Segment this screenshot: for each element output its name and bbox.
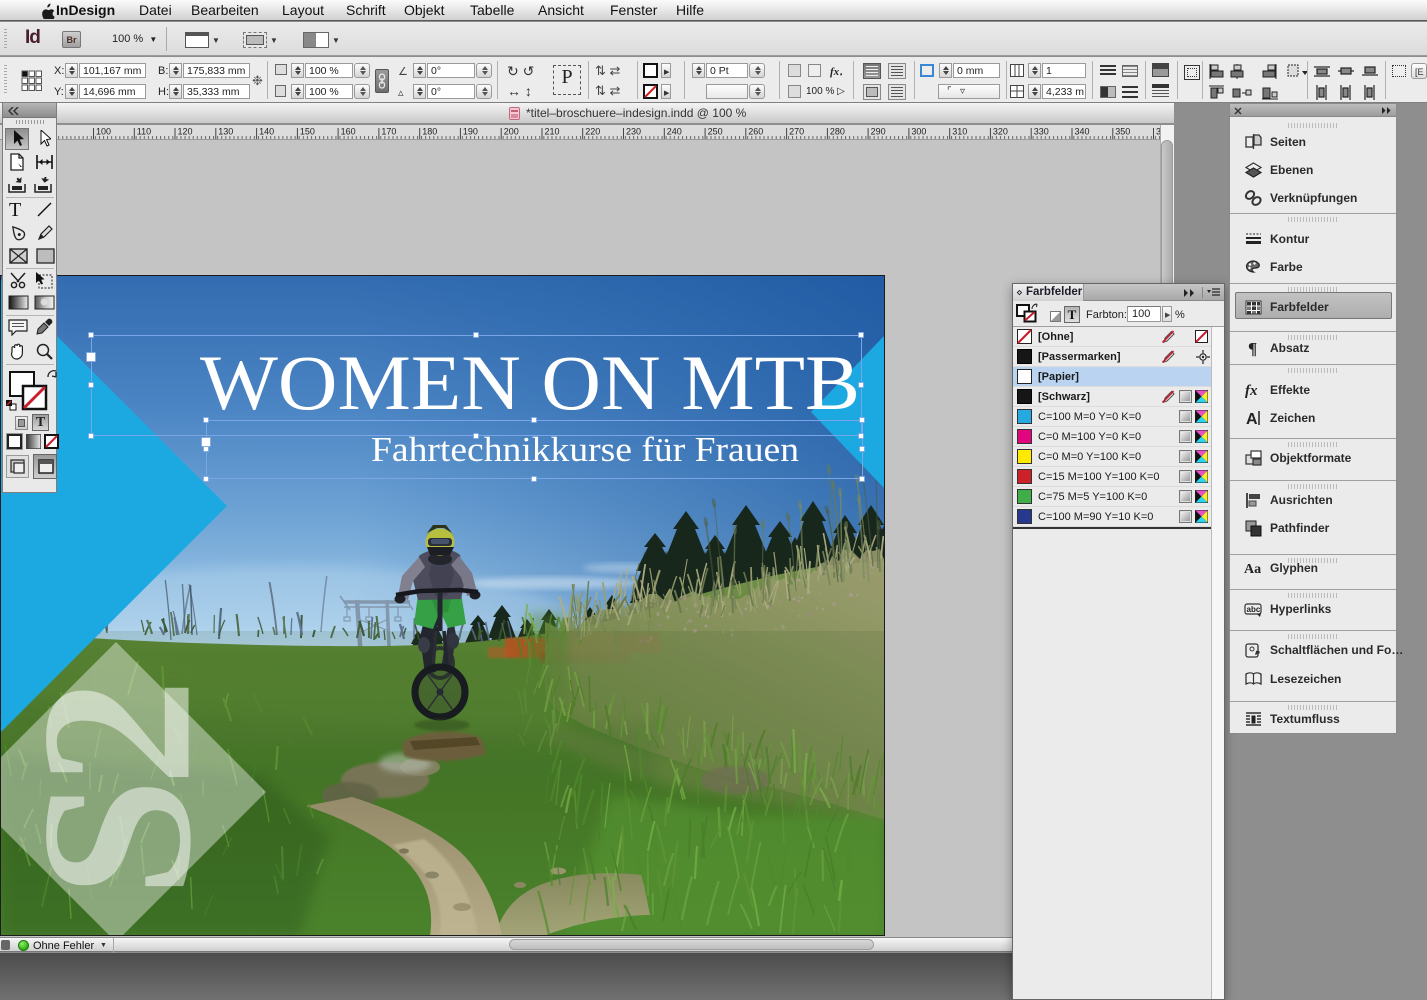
svg-text:250: 250 [708,127,723,137]
svg-text:abc: abc [1247,605,1261,614]
svg-text:140: 140 [259,127,274,137]
svg-text:S2: S2 [0,686,236,897]
svg-text:320: 320 [993,127,1008,137]
svg-text:210: 210 [545,127,560,137]
svg-text:230: 230 [626,127,641,137]
svg-text:280: 280 [830,127,845,137]
svg-text:Aa: Aa [1244,562,1261,577]
svg-text:350: 350 [1115,127,1130,137]
svg-text:290: 290 [871,127,886,137]
svg-text:WOMEN ON MTB: WOMEN ON MTB [200,339,860,426]
svg-text:160: 160 [341,127,356,137]
svg-text:180: 180 [422,127,437,137]
svg-text:260: 260 [748,127,763,137]
svg-text:200: 200 [504,127,519,137]
svg-text:340: 340 [1075,127,1090,137]
svg-text:170: 170 [381,127,396,137]
svg-text:A: A [1246,411,1258,428]
svg-text:190: 190 [463,127,478,137]
svg-text:¶: ¶ [1248,339,1257,358]
svg-text:220: 220 [585,127,600,137]
svg-text:120: 120 [178,127,193,137]
svg-text:fx: fx [1245,383,1258,399]
svg-text:240: 240 [667,127,682,137]
svg-text:100: 100 [96,127,111,137]
svg-text:130: 130 [218,127,233,137]
svg-text:150: 150 [300,127,315,137]
svg-text:310: 310 [952,127,967,137]
svg-text:330: 330 [1034,127,1049,137]
svg-text:110: 110 [137,127,151,137]
svg-text:270: 270 [789,127,804,137]
svg-text:300: 300 [911,127,926,137]
